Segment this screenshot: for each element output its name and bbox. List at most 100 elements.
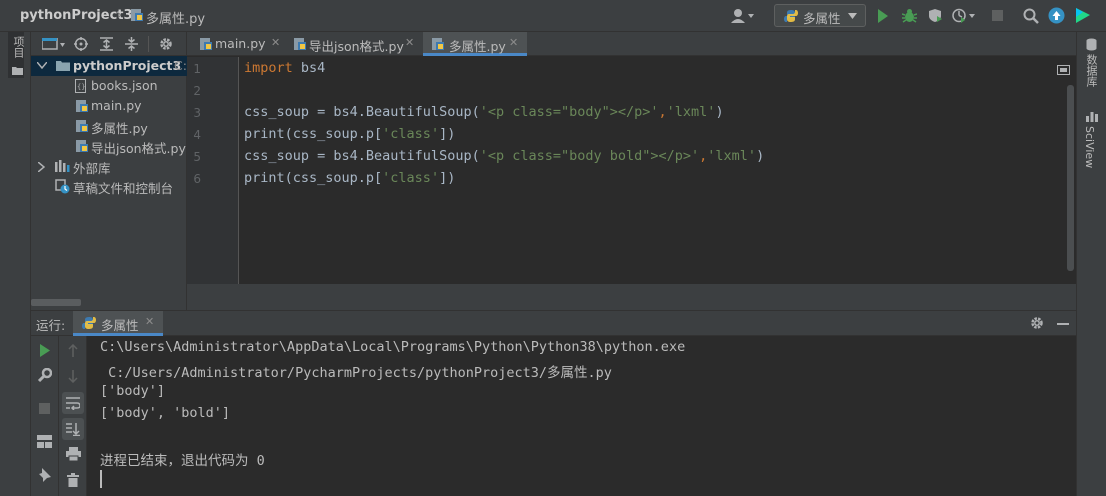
code-line-5: css_soup = bs4.BeautifulSoup('<p class="… [244,148,764,164]
project-panel: pythonProject3 C:\ {} books.json main.py… [31,32,187,310]
code-text: bs4 [292,60,326,76]
chevron-right-icon[interactable] [38,162,45,172]
string-literal: 'lxml' [707,148,757,164]
run-icon[interactable] [877,9,889,23]
tree-item-label: 多属性.py [91,121,148,136]
tab-export-json-py[interactable]: 导出json格式.py ✕ [289,32,421,56]
code-text: ) [715,104,724,120]
folder-icon [12,67,23,75]
svg-text:{}: {} [77,83,85,91]
gear-icon[interactable] [159,37,173,51]
vertical-scrollbar[interactable] [1067,85,1074,271]
code-text: ) [756,148,765,164]
close-icon[interactable]: ✕ [271,36,280,49]
editor-bottom-area [187,284,1076,310]
editor-tabs: main.py ✕ 导出json格式.py ✕ 多属性.py ✕ [187,32,1076,56]
tree-item-external-libraries[interactable]: 外部库 [31,156,187,176]
breadcrumb-file[interactable]: 多属性.py [146,8,205,27]
python-icon [784,10,798,22]
debug-icon[interactable] [902,8,917,23]
database-tool-label[interactable]: 数据库 [1083,54,1099,87]
tree-item-scratches[interactable]: 草稿文件和控制台 [31,176,187,196]
close-icon[interactable]: ✕ [509,36,518,49]
python-file-icon [76,100,88,112]
chevron-down-icon[interactable] [37,62,47,69]
minimize-icon[interactable] [1057,323,1069,325]
trash-icon[interactable] [67,473,79,487]
run-tab[interactable]: 多属性 ✕ [73,311,163,336]
code-text: ]) [439,170,456,186]
tab-main-py[interactable]: main.py ✕ [195,32,287,56]
run-console-output[interactable]: C:\Users\Administrator\AppData\Local\Pro… [88,336,1076,496]
tab-label: 多属性.py [449,39,506,54]
breadcrumb-project[interactable]: pythonProject3 [20,8,133,23]
console-line: 进程已结束，退出代码为 0 [100,453,265,469]
gear-icon[interactable] [1030,316,1044,330]
run-configuration-label: 多属性 [803,11,841,26]
string-literal: '<p class="body bold"></p>' [479,148,700,164]
python-icon [82,317,96,329]
reader-mode-icon[interactable] [1057,65,1070,75]
run-panel-header: 运行: 多属性 ✕ [31,310,1076,336]
tree-item-books-json[interactable]: {} books.json [31,76,187,96]
coverage-icon[interactable] [928,8,943,23]
stop-icon[interactable] [39,403,50,414]
project-toolbar [31,32,187,56]
layout-icon[interactable] [37,435,52,448]
soft-wrap-icon [66,397,80,410]
horizontal-scrollbar[interactable] [31,299,81,306]
scratches-icon [55,179,70,194]
right-tool-strip: 数据库 SciView [1076,32,1106,496]
python-file-icon [200,38,212,50]
tree-item-export-json-py[interactable]: 导出json格式.py [31,136,187,156]
print-icon[interactable] [66,447,81,461]
user-icon[interactable] [731,8,755,24]
project-tool-label: 项目 [12,36,25,58]
code-line-3: css_soup = bs4.BeautifulSoup('<p class="… [244,104,724,120]
rerun-icon[interactable] [39,344,50,357]
tab-label: 导出json格式.py [309,39,404,54]
tree-item-project-root[interactable]: pythonProject3 C:\ [31,56,187,76]
tree-item-main-py[interactable]: main.py [31,96,187,116]
collapse-all-icon[interactable] [125,37,138,51]
line-number: 3 [193,106,201,120]
close-icon[interactable]: ✕ [405,36,414,49]
locate-icon[interactable] [74,37,88,51]
tree-item-label: 导出json格式.py [91,141,186,156]
tree-item-duoshuxing-py[interactable]: 多属性.py [31,116,187,136]
folder-icon [56,61,70,71]
string-literal: 'lxml' [666,104,716,120]
string-literal: 'class' [382,126,440,142]
pin-icon[interactable] [38,467,52,482]
project-view-select-icon[interactable] [42,38,66,50]
left-tool-strip: 项目 [0,32,31,310]
arrow-down-icon[interactable] [68,370,78,383]
arrow-up-icon[interactable] [68,344,78,357]
code-text: print(css_soup.p[ [244,126,383,142]
stop-icon[interactable] [992,10,1003,21]
toolbar-divider [148,36,149,52]
console-line: C:/Users/Administrator/PycharmProjects/p… [100,365,612,381]
line-number: 6 [193,172,201,186]
tree-item-label: pythonProject3 [73,58,182,73]
tree-item-label: 草稿文件和控制台 [73,181,174,196]
jetbrains-toolbox-icon[interactable] [1075,7,1091,24]
close-icon[interactable]: ✕ [145,315,154,328]
expand-all-icon[interactable] [100,37,113,51]
code-editor[interactable]: import bs4 css_soup = bs4.BeautifulSoup(… [239,57,1076,284]
search-icon[interactable] [1023,8,1039,24]
library-icon [55,160,70,172]
update-icon[interactable] [1048,7,1065,24]
soft-wrap-toggle[interactable] [62,392,84,414]
python-file-icon [294,38,306,50]
code-text: css_soup = bs4.BeautifulSoup( [244,104,480,120]
python-file-icon [76,120,88,132]
run-configuration-select[interactable]: 多属性 [774,4,866,27]
navigation-bar: pythonProject3 › 多属性.py 多属性 [0,0,1106,32]
profile-icon[interactable] [952,8,976,23]
wrench-icon[interactable] [37,368,52,383]
sciview-tool-label[interactable]: SciView [1083,126,1096,168]
tab-duoshuxing-py[interactable]: 多属性.py ✕ [423,32,527,56]
scroll-to-end-toggle[interactable] [62,418,84,440]
python-file-icon [131,9,143,21]
